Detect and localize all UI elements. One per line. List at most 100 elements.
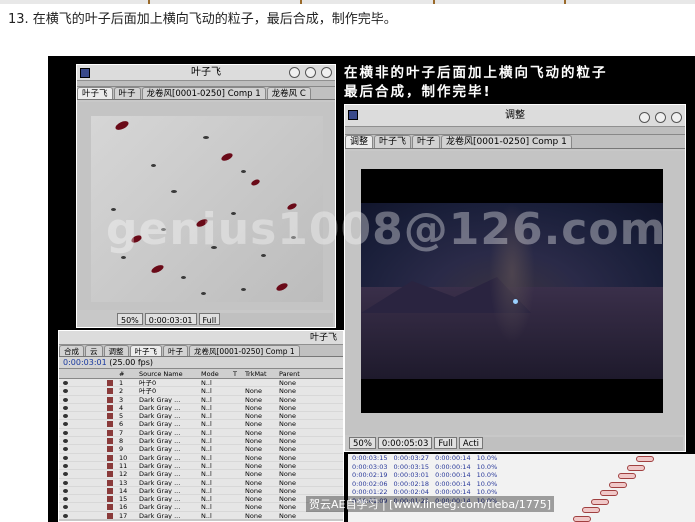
visibility-icon[interactable] (63, 513, 68, 518)
minimize-button[interactable] (289, 67, 300, 78)
layer-parent[interactable]: None (279, 503, 296, 510)
table-row[interactable]: 16 Dark Gray ... N..l None None (59, 503, 343, 512)
close-button[interactable] (321, 67, 332, 78)
table-row[interactable]: 7 Dark Gray ... N..l None None (59, 429, 343, 438)
layer-duration-bar[interactable] (600, 490, 618, 496)
layer-trkmat[interactable]: None (245, 454, 262, 461)
layer-parent[interactable]: None (279, 396, 296, 403)
table-row[interactable]: 6 Dark Gray ... N..l None None (59, 420, 343, 429)
table-row[interactable]: 8 Dark Gray ... N..l None None (59, 437, 343, 446)
layer-duration-bar[interactable] (591, 498, 609, 505)
layer-trkmat[interactable]: None (245, 495, 262, 502)
layer-trkmat[interactable]: None (245, 412, 262, 419)
layer-parent[interactable]: None (279, 379, 296, 386)
layer-trkmat[interactable]: None (245, 420, 262, 427)
table-row[interactable]: 10 Dark Gray ... N..l None None (59, 454, 343, 462)
quality-select[interactable]: Full (434, 437, 457, 449)
table-row[interactable]: 15 Dark Gray ... N..l None None (59, 495, 343, 504)
tab-tornado-comp[interactable]: 龙卷风[0001-0250] Comp 1 (141, 87, 266, 99)
tab-leaves-fly[interactable]: 叶子飞 (374, 135, 412, 148)
layer-trkmat[interactable]: None (245, 429, 262, 436)
layer-trkmat[interactable]: None (245, 396, 262, 403)
visibility-icon[interactable] (63, 497, 68, 502)
layer-duration-bar[interactable] (573, 515, 591, 522)
label-color-swatch[interactable] (107, 388, 113, 395)
layer-trkmat[interactable]: None (245, 503, 262, 510)
layer-mode[interactable]: N..l (201, 512, 212, 519)
tab-leaves[interactable]: 叶子 (412, 135, 441, 148)
maximize-button[interactable] (655, 112, 666, 123)
table-row[interactable]: 11 Dark Gray ... N..l None None (59, 462, 343, 471)
label-color-swatch[interactable] (107, 404, 113, 411)
layer-mode[interactable]: N..l (201, 429, 212, 436)
label-color-swatch[interactable] (107, 504, 113, 511)
layer-trkmat[interactable]: None (245, 462, 262, 469)
layer-parent[interactable]: None (279, 404, 296, 411)
visibility-icon[interactable] (63, 447, 68, 452)
label-color-swatch[interactable] (107, 496, 113, 503)
label-color-swatch[interactable] (107, 421, 113, 428)
label-color-swatch[interactable] (107, 396, 113, 403)
layer-mode[interactable]: N..l (201, 445, 212, 452)
layer-mode[interactable]: N..l (201, 387, 212, 394)
layer-trkmat[interactable]: None (245, 445, 262, 452)
zoom-select[interactable]: 50% (349, 437, 376, 449)
label-color-swatch[interactable] (107, 462, 113, 469)
layer-parent[interactable]: None (279, 437, 296, 444)
layer-trkmat[interactable]: None (245, 437, 262, 444)
zoom-select[interactable]: 50% (117, 313, 143, 325)
layer-mode[interactable]: N..l (201, 487, 212, 494)
table-row[interactable]: 13 Dark Gray ... N..l None None (59, 479, 343, 487)
comp-viewer-adjust[interactable] (345, 151, 685, 435)
tab-composite[interactable]: 合成 (59, 345, 84, 356)
visibility-icon[interactable] (63, 439, 68, 444)
label-color-swatch[interactable] (107, 512, 113, 519)
table-row[interactable]: 1 叶子0 N..l None (59, 379, 343, 388)
tab-adjust[interactable]: 调整 (103, 345, 129, 356)
layer-mode[interactable]: N..l (201, 379, 212, 386)
layer-trkmat[interactable]: None (245, 512, 262, 519)
time-display[interactable]: 0:00:03:01 (144, 313, 197, 325)
layer-duration-bar[interactable] (636, 456, 654, 462)
layer-mode[interactable]: N..l (201, 396, 212, 403)
visibility-icon[interactable] (63, 505, 68, 510)
tab-cloud[interactable]: 云 (85, 345, 103, 356)
layer-mode[interactable]: N..l (201, 462, 212, 469)
layer-parent[interactable]: None (279, 470, 296, 477)
table-row[interactable]: 14 Dark Gray ... N..l None None (59, 487, 343, 496)
layer-mode[interactable]: N..l (201, 404, 212, 411)
layer-mode[interactable]: N..l (201, 470, 212, 477)
active-camera-select[interactable]: Acti (458, 437, 483, 449)
comp-window-leaves-titlebar[interactable]: 叶子飞 (77, 65, 335, 81)
layer-parent[interactable]: None (279, 454, 296, 461)
table-row[interactable]: 3 Dark Gray ... N..l None None (59, 396, 343, 404)
layer-parent[interactable]: None (279, 462, 296, 469)
layer-parent[interactable]: None (279, 429, 296, 436)
layer-duration-bar[interactable] (627, 464, 645, 471)
tab-tornado-comp[interactable]: 龙卷风[0001-0250] Comp 1 (189, 345, 300, 356)
tab-leaves[interactable]: 叶子 (113, 87, 141, 99)
timeline-titlebar[interactable]: 叶子飞 (59, 331, 343, 345)
layer-parent[interactable]: None (279, 512, 296, 519)
layer-mode[interactable]: N..l (201, 495, 212, 502)
comp-window-adjust-titlebar[interactable]: 调整 (345, 105, 685, 127)
visibility-icon[interactable] (63, 405, 68, 410)
table-row[interactable]: 17 Dark Gray ... N..l None None (59, 512, 343, 519)
visibility-icon[interactable] (63, 414, 68, 419)
layer-mode[interactable]: N..l (201, 412, 212, 419)
visibility-icon[interactable] (63, 389, 68, 394)
label-color-swatch[interactable] (107, 413, 113, 420)
visibility-icon[interactable] (63, 381, 68, 385)
table-row[interactable]: 9 Dark Gray ... N..l None None (59, 445, 343, 454)
maximize-button[interactable] (305, 67, 316, 78)
table-row[interactable]: 12 Dark Gray ... N..l None None (59, 470, 343, 479)
tab-leaves-fly[interactable]: 叶子飞 (77, 87, 113, 99)
tab-tornado-c[interactable]: 龙卷风 C (266, 87, 311, 99)
label-color-swatch[interactable] (107, 454, 113, 461)
visibility-icon[interactable] (63, 430, 68, 435)
layer-duration-bar[interactable] (618, 473, 636, 479)
layer-trkmat[interactable]: None (245, 387, 262, 394)
visibility-icon[interactable] (63, 472, 68, 477)
quality-select[interactable]: Full (198, 313, 221, 325)
layer-duration-bar[interactable] (609, 481, 627, 488)
